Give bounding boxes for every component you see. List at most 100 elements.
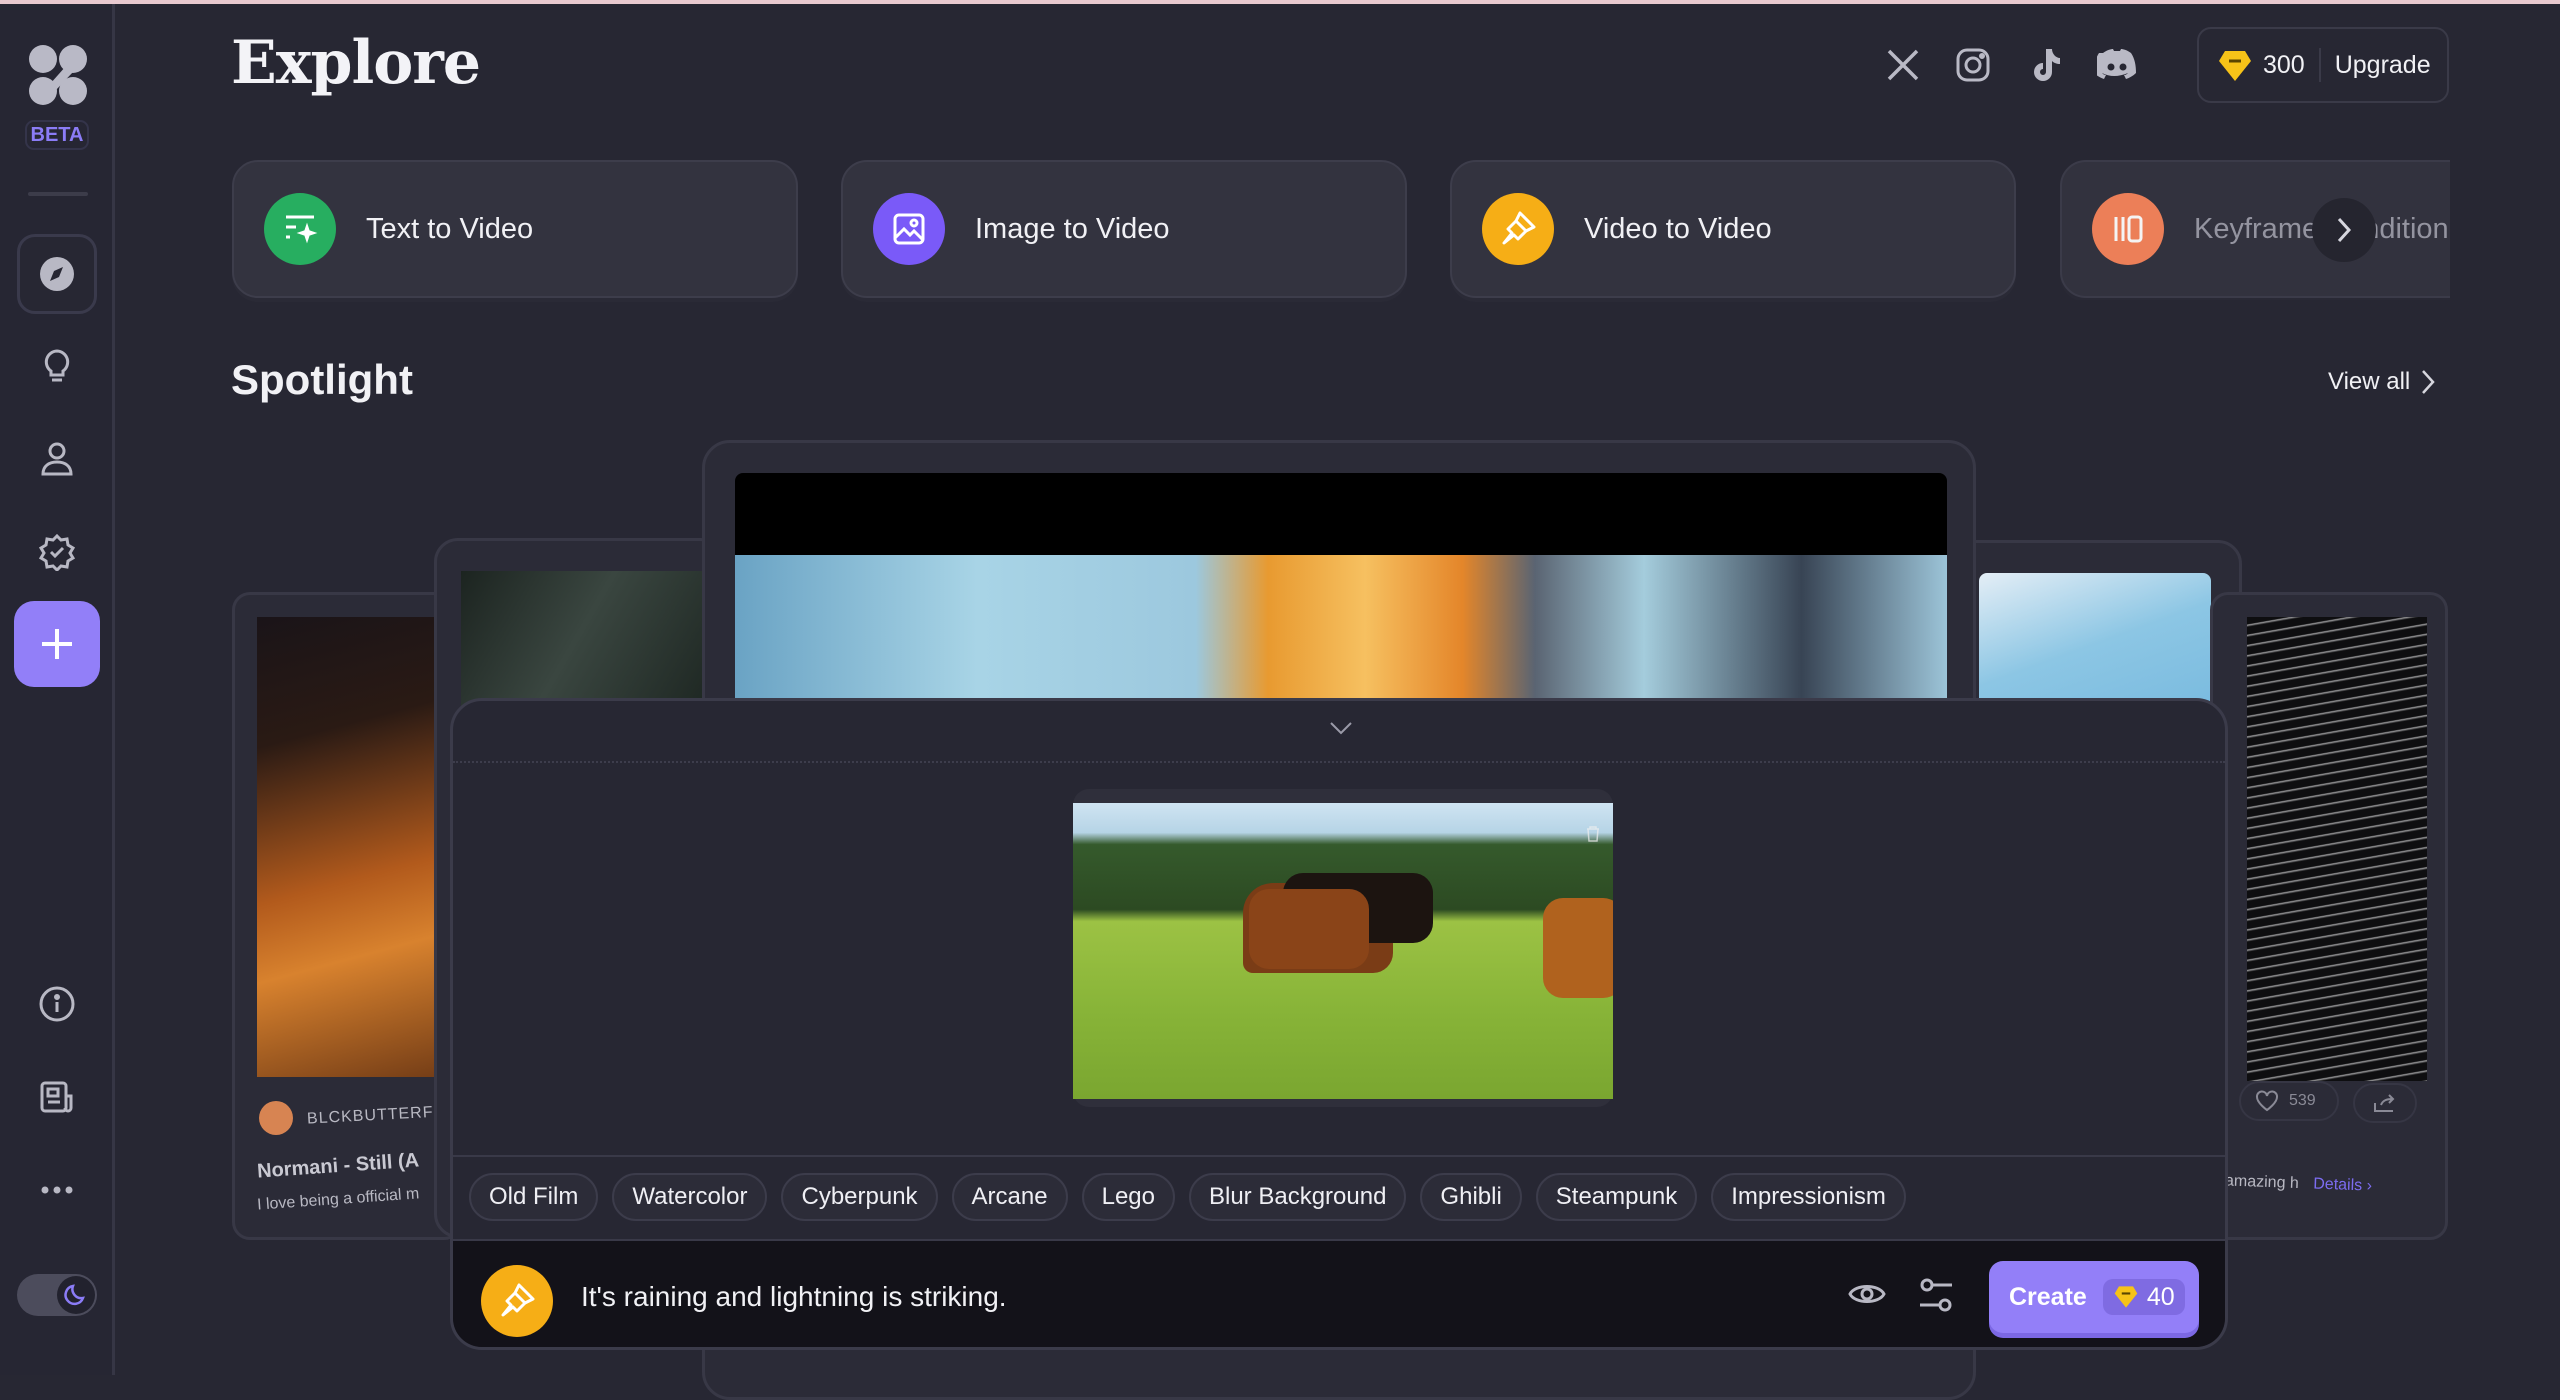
collapse-chevron-icon[interactable] (1329, 721, 1353, 735)
theme-toggle[interactable] (17, 1274, 97, 1316)
cost-value: 40 (2146, 1282, 2175, 1311)
beta-badge: BETA (25, 120, 89, 150)
card-description: amazing h Details › (2224, 1172, 2373, 1195)
share-button[interactable] (2353, 1083, 2417, 1123)
video-letterbox (735, 473, 1947, 555)
details-link[interactable]: Details (2313, 1176, 2362, 1195)
moon-icon (64, 1284, 85, 1306)
mode-card-image-to-video[interactable]: Image to Video (841, 160, 1407, 298)
panel-divider (453, 761, 2225, 763)
style-chip[interactable]: Blur Background (1188, 1173, 1407, 1221)
style-chip[interactable]: Cyberpunk (781, 1173, 938, 1221)
like-button[interactable]: 539 (2239, 1081, 2339, 1121)
author-name: BLCKBUTTERFL (306, 1103, 444, 1128)
chevron-right-icon: › (2366, 1177, 2373, 1195)
x-link[interactable] (1880, 42, 1926, 88)
mode-selector-button[interactable] (481, 1265, 553, 1337)
mode-label: Image to Video (975, 212, 1170, 245)
more-horizontal-icon (41, 1186, 73, 1194)
style-chip[interactable]: Old Film (469, 1173, 599, 1221)
tiktok-link[interactable] (2022, 42, 2068, 88)
sidebar-item-verified[interactable] (17, 512, 97, 592)
image-icon (873, 193, 945, 265)
eye-icon[interactable] (1848, 1279, 1886, 1309)
style-chip[interactable]: Arcane (951, 1173, 1068, 1221)
cow-shape (1543, 898, 1613, 998)
style-chip[interactable]: Lego (1081, 1173, 1175, 1221)
style-chips: Old Film Watercolor Cyberpunk Arcane Leg… (469, 1173, 1906, 1221)
x-icon (1887, 49, 1919, 81)
modes-next-button[interactable] (2312, 198, 2376, 262)
like-count: 539 (2289, 1092, 2316, 1109)
heart-icon (2256, 1090, 2278, 1112)
instagram-icon (1956, 48, 1990, 82)
trash-icon[interactable] (1585, 825, 1601, 843)
create-label: Create (2009, 1282, 2087, 1311)
card-thumbnail (257, 617, 459, 1077)
composer-panel: Old Film Watercolor Cyberpunk Arcane Leg… (450, 698, 2228, 1350)
mode-card-keyframe-wrap: Keyframe Conditioning (2060, 160, 2450, 300)
mode-label: Text to Video (366, 212, 534, 245)
chips-divider-top (453, 1155, 2225, 1157)
discord-icon (2097, 49, 2136, 79)
window-top-border (0, 0, 2560, 4)
upgrade-button[interactable]: Upgrade (2335, 51, 2431, 80)
mode-card-video-to-video[interactable]: Video to Video (1450, 160, 2016, 298)
chevron-right-icon (2337, 217, 2352, 243)
card-desc-text: amazing h (2224, 1172, 2300, 1193)
sidebar-item-news[interactable] (17, 1057, 97, 1137)
page-title: Explore (231, 28, 481, 98)
spotlight-title: Spotlight (231, 356, 413, 403)
style-chip[interactable]: Ghibli (1420, 1173, 1522, 1221)
cow-shape (1249, 889, 1369, 969)
info-icon (39, 986, 75, 1022)
create-button[interactable]: Create 40 (1989, 1261, 2199, 1333)
gem-icon (2114, 1286, 2138, 1308)
mode-card-keyframe[interactable]: Keyframe Conditioning (2060, 160, 2450, 298)
card-description: I love being a official m (256, 1185, 420, 1214)
source-video-preview[interactable] (1073, 789, 1613, 1107)
user-icon (41, 442, 73, 476)
style-chip[interactable]: Watercolor (612, 1173, 768, 1221)
mode-label: Video to Video (1584, 212, 1772, 245)
sidebar-item-profile[interactable] (17, 419, 97, 499)
sidebar-item-ideas[interactable] (17, 326, 97, 406)
mode-card-text-to-video[interactable]: Text to Video (232, 160, 798, 298)
credits-box: 300 Upgrade (2197, 27, 2449, 103)
discord-link[interactable] (2094, 42, 2140, 88)
sidebar-item-more[interactable] (17, 1150, 97, 1230)
prompt-input[interactable]: It's raining and lightning is striking. (581, 1281, 1007, 1313)
card-title: Normani - Still (A (256, 1149, 420, 1183)
view-all-label: View all (2328, 368, 2411, 395)
spotlight-card-right[interactable]: 539 amazing h Details › (2210, 592, 2448, 1240)
compass-icon (40, 257, 74, 291)
sidebar-item-explore[interactable] (17, 234, 97, 314)
credits-count: 300 (2263, 50, 2305, 79)
chevron-right-icon (2422, 370, 2435, 394)
settings-sliders-icon[interactable] (1918, 1277, 1954, 1313)
share-icon (2374, 1094, 2395, 1112)
view-all-link[interactable]: View all (2328, 368, 2436, 396)
instagram-link[interactable] (1950, 42, 1996, 88)
text-sparkle-icon (264, 193, 336, 265)
plus-icon (42, 629, 72, 659)
author-avatar (259, 1101, 293, 1135)
brush-icon (1482, 193, 1554, 265)
gem-icon (2219, 51, 2251, 81)
create-new-button[interactable] (14, 601, 100, 687)
lightbulb-icon (44, 349, 70, 382)
sidebar: BETA (0, 4, 115, 1375)
spotlight-card-left[interactable]: BLCKBUTTERFL Normani - Still (A I love b… (232, 592, 462, 1240)
credits-divider (2318, 48, 2321, 82)
sidebar-divider (28, 192, 88, 196)
card-thumbnail (2247, 617, 2427, 1081)
style-chip[interactable]: Steampunk (1535, 1173, 1698, 1221)
newspaper-icon (40, 1081, 73, 1113)
brush-icon (501, 1283, 535, 1317)
app-logo-icon[interactable] (28, 44, 88, 106)
sidebar-item-info[interactable] (17, 964, 97, 1044)
badge-check-icon (38, 533, 76, 571)
create-cost: 40 (2102, 1279, 2185, 1315)
style-chip[interactable]: Impressionism (1711, 1173, 1906, 1221)
keyframe-icon (2092, 193, 2164, 265)
